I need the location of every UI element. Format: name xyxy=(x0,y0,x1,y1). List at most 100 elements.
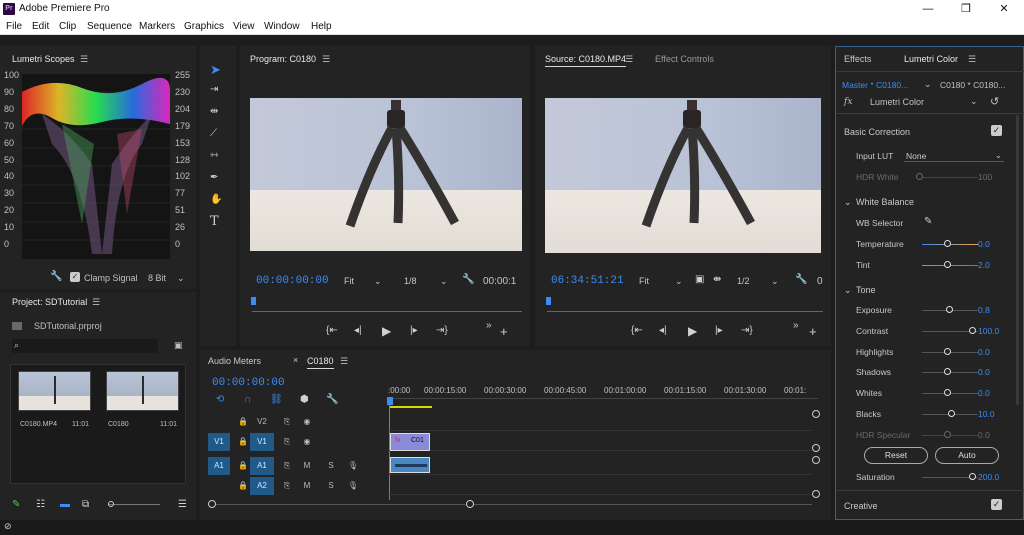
track-target-a2[interactable]: A2 xyxy=(250,477,274,495)
saturation-slider[interactable] xyxy=(969,473,976,480)
tab-lumetri-color[interactable]: Lumetri Color xyxy=(904,54,958,64)
clamp-signal-checkbox[interactable]: ✓ xyxy=(70,272,80,282)
tab-project[interactable]: Project: SDTutorial xyxy=(12,297,87,307)
sync-lock-icon[interactable]: ⎘ xyxy=(280,477,294,495)
basic-correction-section[interactable]: Basic Correction ✓ xyxy=(836,125,1024,141)
creative-section[interactable]: Creative ✓ xyxy=(836,499,1024,515)
lumetri-scrollbar[interactable] xyxy=(1016,115,1019,405)
minimize-button[interactable]: — xyxy=(918,2,938,16)
track-select-tool-icon[interactable]: ⇥ xyxy=(210,84,218,95)
snap-icon[interactable]: ∩ xyxy=(244,394,251,405)
master-clip-selector[interactable]: Master * C0180... xyxy=(842,80,908,90)
source-timecode[interactable]: 06:34:51:21 xyxy=(551,275,624,287)
wrench-icon[interactable]: 🔧 xyxy=(326,394,338,405)
maximize-button[interactable]: ❐ xyxy=(956,2,976,16)
menu-window[interactable]: Window xyxy=(264,21,300,32)
track-target-v1[interactable]: V1 xyxy=(250,433,274,451)
menu-markers[interactable]: Markers xyxy=(139,21,175,32)
mark-in-icon[interactable]: {⇤ xyxy=(631,325,643,336)
eye-icon[interactable]: ◉ xyxy=(300,433,314,451)
source-scrubber[interactable] xyxy=(547,311,823,312)
eyedropper-icon[interactable]: ✎ xyxy=(924,216,932,227)
new-bin-icon[interactable]: ▣ xyxy=(174,340,183,351)
chevron-down-icon[interactable]: ⌄ xyxy=(374,276,382,287)
timeline-scrollbar[interactable] xyxy=(208,504,812,505)
blacks-value[interactable]: 10.0 xyxy=(978,409,995,419)
mute-button[interactable]: M xyxy=(300,457,314,475)
sync-lock-icon[interactable]: ⎘ xyxy=(280,457,294,475)
pencil-icon[interactable]: ✎ xyxy=(12,499,20,510)
menu-view[interactable]: View xyxy=(233,21,255,32)
program-scrubber[interactable] xyxy=(252,311,522,312)
bit-depth-dropdown[interactable]: 8 Bit xyxy=(148,273,166,283)
search-input[interactable] xyxy=(12,339,158,353)
freeform-view-icon[interactable]: ⧉ xyxy=(82,499,89,510)
hand-tool-icon[interactable]: ✋ xyxy=(210,194,222,205)
reset-effect-icon[interactable]: ↺ xyxy=(990,95,999,108)
ripple-edit-tool-icon[interactable]: ⇹ xyxy=(210,106,218,117)
close-button[interactable]: ✕ xyxy=(994,2,1014,16)
temperature-value[interactable]: 0.0 xyxy=(978,239,990,249)
audio-clip[interactable] xyxy=(390,457,430,473)
more-controls-icon[interactable]: » xyxy=(486,320,492,331)
contrast-slider[interactable] xyxy=(969,326,976,334)
track-target-v2[interactable]: V2 xyxy=(250,413,274,431)
panel-menu-icon[interactable]: ☰ xyxy=(92,297,100,308)
lock-icon[interactable]: 🔒 xyxy=(236,413,250,431)
track-target-a1[interactable]: A1 xyxy=(250,457,274,475)
tab-effect-controls[interactable]: Effect Controls xyxy=(655,54,714,64)
timeline-ruler[interactable]: :00:00 00:00:15:00 00:00:30:00 00:00:45:00 0… xyxy=(388,386,818,398)
selection-tool-icon[interactable]: ➤ xyxy=(210,62,221,78)
white-balance-section[interactable]: ⌄ White Balance xyxy=(836,195,1024,211)
mark-in-icon[interactable]: {⇤ xyxy=(326,325,338,336)
source-patch-v1[interactable]: V1 xyxy=(208,433,230,451)
list-view-icon[interactable]: ☷ xyxy=(36,499,45,510)
drag-video-icon[interactable]: ⇼ xyxy=(713,274,721,285)
chevron-down-icon[interactable]: ⌄ xyxy=(924,79,932,90)
program-playhead[interactable] xyxy=(251,297,256,305)
lock-icon[interactable]: 🔒 xyxy=(236,477,250,495)
hdr-specular-slider[interactable] xyxy=(944,430,951,438)
blacks-slider[interactable] xyxy=(948,410,955,417)
add-button-icon[interactable]: + xyxy=(809,324,817,339)
source-patch-a1[interactable]: A1 xyxy=(208,457,230,475)
panel-menu-icon[interactable]: ☰ xyxy=(340,356,348,367)
exposure-value[interactable]: 0.8 xyxy=(978,305,990,315)
sequence-clip-selector[interactable]: C0180 * C0180... xyxy=(940,80,1005,90)
more-controls-icon[interactable]: » xyxy=(793,320,799,331)
scroll-handle-right[interactable] xyxy=(466,500,474,508)
razor-tool-icon[interactable]: ⟋ xyxy=(210,128,217,139)
temperature-slider[interactable] xyxy=(944,240,951,247)
shadows-slider[interactable] xyxy=(944,368,951,376)
source-zoom-dropdown[interactable]: Fit xyxy=(639,276,649,286)
tab-effects[interactable]: Effects xyxy=(844,54,871,64)
highlights-slider[interactable] xyxy=(944,347,951,355)
vertical-zoom-handle[interactable] xyxy=(812,456,820,464)
nest-icon[interactable]: ⟲ xyxy=(216,394,224,405)
add-marker-icon[interactable]: ⬢ xyxy=(300,394,309,405)
panel-menu-icon[interactable]: ☰ xyxy=(322,54,330,65)
tint-value[interactable]: 2.0 xyxy=(978,260,990,270)
tint-slider[interactable] xyxy=(944,261,951,268)
tab-program[interactable]: Program: C0180 xyxy=(250,54,316,64)
chevron-down-icon[interactable]: ⌄ xyxy=(675,276,683,287)
mute-button[interactable]: M xyxy=(300,477,314,495)
menu-clip[interactable]: Clip xyxy=(59,21,76,32)
vertical-zoom-handle[interactable] xyxy=(812,410,820,418)
wrench-icon[interactable]: 🔧 xyxy=(462,274,474,285)
solo-button[interactable]: S xyxy=(324,477,338,495)
clip-thumbnail[interactable] xyxy=(18,371,91,411)
sync-lock-icon[interactable]: ⎘ xyxy=(280,433,294,451)
input-lut-dropdown[interactable]: None ⌄ xyxy=(904,149,1004,162)
basic-correction-checkbox[interactable]: ✓ xyxy=(991,125,1002,136)
panel-menu-icon[interactable]: ☰ xyxy=(968,54,976,65)
step-back-icon[interactable]: ◂| xyxy=(659,325,667,336)
tab-lumetri-scopes[interactable]: Lumetri Scopes xyxy=(12,54,75,64)
timeline-playhead-head[interactable] xyxy=(387,397,393,405)
menu-file[interactable]: File xyxy=(6,21,22,32)
source-resolution-dropdown[interactable]: 1/2 xyxy=(737,276,750,286)
panel-menu-icon[interactable]: ☰ xyxy=(625,54,633,65)
sync-lock-icon[interactable]: ⎘ xyxy=(280,413,294,431)
play-button[interactable]: ▶ xyxy=(382,324,391,338)
type-tool-icon[interactable]: T xyxy=(210,214,219,229)
